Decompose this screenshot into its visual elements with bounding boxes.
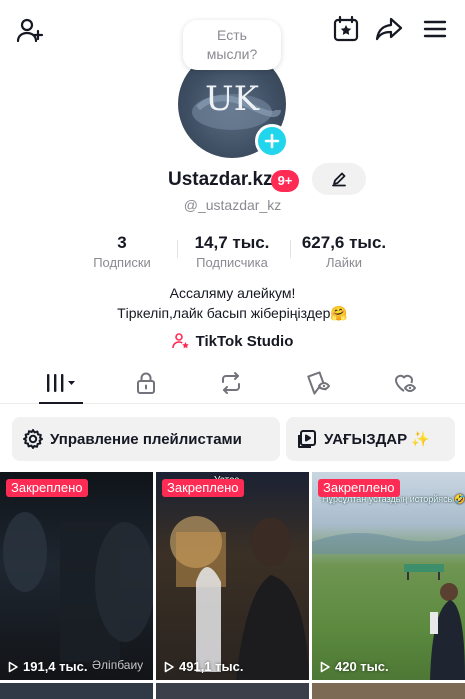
share-icon[interactable] <box>373 13 405 45</box>
tab-reposts[interactable] <box>201 362 261 403</box>
grid-bars-icon <box>47 373 75 392</box>
stat-likes[interactable]: 627,6 тыс. Лайки <box>294 232 394 271</box>
video-caption: Әліпбаиу <box>92 658 144 672</box>
calendar-star-icon[interactable] <box>330 13 362 45</box>
lock-icon <box>137 372 155 394</box>
playlist-icon <box>298 430 316 448</box>
tab-videos[interactable] <box>31 362 91 403</box>
tiktok-studio-link[interactable]: TikTok Studio <box>0 331 465 351</box>
stat-divider <box>290 240 291 258</box>
video-tile[interactable]: Закреплено Әліпбаиу 191,4 тыс. <box>0 472 153 680</box>
bio-line-2: Тіркеліп,лайк басып жіберіңіздер🤗 <box>117 305 348 321</box>
stat-value: 14,7 тыс. <box>194 233 270 252</box>
tab-liked[interactable] <box>374 362 434 403</box>
stats-row: 3 Подписки 14,7 тыс. Подписчика 627,6 ты… <box>0 232 465 272</box>
tab-private[interactable] <box>116 362 176 403</box>
pinned-badge: Закреплено <box>318 479 400 497</box>
video-grid: Закреплено Әліпбаиу 191,4 тыс. Устаз Зак… <box>0 472 465 699</box>
video-tile-next[interactable] <box>156 683 309 699</box>
bio-line-1: Ассаляму алейкум! <box>169 285 296 301</box>
profile-tabs <box>0 362 465 404</box>
thought-bubble[interactable]: Есть мысли? <box>183 20 281 70</box>
featured-playlist-label: УАҒЫЗДАР ✨ <box>324 431 430 448</box>
stat-followers[interactable]: 14,7 тыс. Подписчика <box>183 232 281 271</box>
pencil-icon <box>332 172 346 187</box>
view-count-value: 420 тыс. <box>335 659 389 674</box>
menu-icon[interactable] <box>419 13 451 45</box>
stat-divider <box>177 240 178 258</box>
featured-playlist-button[interactable]: УАҒЫЗДАР ✨ <box>286 417 455 461</box>
edit-profile-button[interactable] <box>312 163 366 195</box>
manage-playlists-button[interactable]: Управление плейлистами <box>12 417 280 461</box>
view-count: 420 тыс. <box>319 659 389 674</box>
view-count: 191,4 тыс. <box>7 659 87 674</box>
plus-icon <box>264 133 280 149</box>
view-count: 491,1 тыс. <box>163 659 243 674</box>
stat-label: Лайки <box>326 255 362 270</box>
tiktok-studio-label: TikTok Studio <box>195 332 294 350</box>
active-tab-indicator <box>39 402 83 404</box>
gear-icon <box>23 429 43 449</box>
profile-handle: @_ustazdar_kz <box>183 197 282 213</box>
username: Ustazdar.kz <box>168 169 273 190</box>
creator-star-icon <box>171 333 189 349</box>
stat-label: Подписки <box>93 255 151 270</box>
heart-hidden-icon <box>395 374 416 392</box>
pinned-badge: Закреплено <box>6 479 88 497</box>
avatar-monogram: UK <box>205 79 260 119</box>
stat-value: 627,6 тыс. <box>301 233 387 252</box>
stat-following[interactable]: 3 Подписки <box>82 232 162 271</box>
play-icon <box>164 661 174 672</box>
manage-playlists-label: Управление плейлистами <box>50 430 242 448</box>
add-friend-icon[interactable] <box>14 14 46 46</box>
video-tile[interactable]: Устаз Закреплено 491,1 тыс. <box>156 472 309 680</box>
bookmark-hidden-icon <box>307 370 330 395</box>
view-count-value: 491,1 тыс. <box>179 659 244 674</box>
stat-value: 3 <box>117 233 127 252</box>
bio: Ассаляму алейкум! Тіркеліп,лайк басып жі… <box>0 283 465 323</box>
tab-favorites[interactable] <box>288 362 348 403</box>
video-thumbnail <box>3 512 153 662</box>
add-avatar-button[interactable] <box>255 124 289 158</box>
stat-label: Подписчика <box>196 255 268 270</box>
video-tile-next[interactable] <box>0 683 153 699</box>
view-count-value: 191,4 тыс. <box>23 659 88 674</box>
repost-icon <box>222 371 240 394</box>
video-tile[interactable]: Нұрсұлтан устаздың исторйясы🤣🤣🤣 Закрепле… <box>312 472 465 680</box>
play-icon <box>8 661 18 672</box>
video-tile-next[interactable] <box>312 683 465 699</box>
name-row: Ustazdar.kz 9+ <box>0 163 465 195</box>
video-thumbnail <box>170 516 309 680</box>
notification-badge[interactable]: 9+ <box>271 170 299 192</box>
pinned-badge: Закреплено <box>162 479 244 497</box>
play-icon <box>320 661 330 672</box>
